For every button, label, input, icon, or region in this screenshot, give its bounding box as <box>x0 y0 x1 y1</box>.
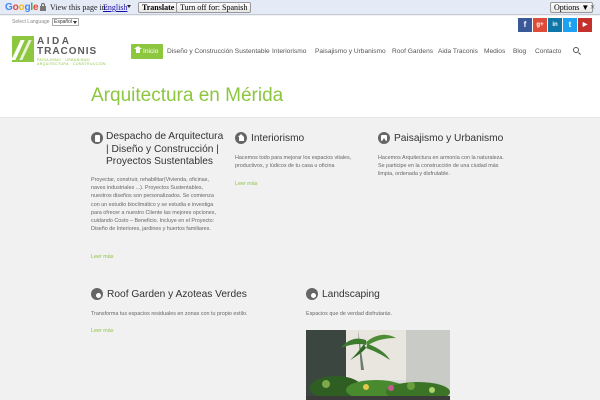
nav-item-paisajismo[interactable]: Paisajismo y Urbanismo <box>315 44 386 59</box>
logo-tagline-2: ARQUITECTURA · CONSTRUCCIÓN <box>37 62 106 66</box>
service-text-landscaping: Espacios que de verdad disfrutarás. <box>306 311 393 317</box>
linkedin-icon[interactable]: in <box>548 18 562 32</box>
chevron-down-icon[interactable] <box>127 5 131 8</box>
service-text-roof-garden: Transforma tus espacios residuales en zo… <box>91 311 248 317</box>
service-text-paisajismo: Hacemos Arquitectura en armonía con la n… <box>378 155 504 178</box>
google-plus-icon[interactable]: g+ <box>533 18 547 32</box>
title-band <box>0 70 600 118</box>
nav-item-diseno[interactable]: Diseño y Construcción Sustentable <box>167 44 270 59</box>
options-button[interactable]: Options ▼ <box>550 2 594 13</box>
language-label: Select Language <box>12 19 50 25</box>
twitter-icon[interactable]: t <box>563 18 577 32</box>
service-title-landscaping[interactable]: Landscaping <box>322 289 422 302</box>
google-logo: Google <box>5 2 39 13</box>
search-icon[interactable] <box>573 47 579 53</box>
nav-item-roof-gardens[interactable]: Roof Gardens <box>392 44 433 59</box>
garden-illustration <box>306 330 450 400</box>
service-text-interiorismo: Hacemos todo para mejorar los espacios v… <box>235 155 352 170</box>
read-more-link-interiorismo[interactable]: Leer más <box>235 181 257 187</box>
logo-mark <box>11 36 34 62</box>
lock-icon <box>40 3 46 11</box>
home-icon <box>235 132 247 144</box>
landscaping-photo <box>306 330 450 400</box>
language-select[interactable]: Español <box>52 18 79 26</box>
home-icon <box>134 46 142 54</box>
translate-button[interactable]: Translate <box>138 2 179 13</box>
facebook-icon[interactable]: f <box>518 18 532 32</box>
nav-item-contacto[interactable]: Contacto <box>535 44 561 59</box>
nav-item-interiorismo[interactable]: Interiorismo <box>272 44 306 59</box>
logo-line-2: TRACONIS <box>37 46 98 57</box>
picture-icon <box>378 132 390 144</box>
read-more-link-arquitectura[interactable]: Leer más <box>91 254 113 260</box>
language-link[interactable]: English <box>103 3 127 12</box>
nav-item-aida-traconis[interactable]: Aida Traconis <box>438 44 478 59</box>
nav-item-inicio[interactable]: Inicio <box>131 44 164 59</box>
service-text-arquitectura: Proyectar, construir, rehabilitar(Vivien… <box>91 177 216 233</box>
nav-item-blog[interactable]: Blog <box>513 44 526 59</box>
nav-item-medios[interactable]: Medios <box>484 44 505 59</box>
service-title-paisajismo[interactable]: Paisajismo y Urbanismo <box>394 133 534 146</box>
camera-icon <box>91 288 103 300</box>
close-icon[interactable]: × <box>590 2 595 12</box>
page-title: Arquitectura en Mérida <box>91 85 284 106</box>
service-title-interiorismo[interactable]: Interiorismo <box>251 133 361 146</box>
document-icon <box>91 132 103 144</box>
turn-off-button[interactable]: Turn off for: Spanish <box>176 2 252 13</box>
camera-icon <box>306 288 318 300</box>
translate-bar: Google View this page in: English Transl… <box>0 0 600 15</box>
translate-prompt: View this page in: <box>50 3 108 12</box>
service-title-roof-garden[interactable]: Roof Garden y Azoteas Verdes <box>107 289 287 302</box>
service-title-arquitectura[interactable]: Despacho de Arquitectura | Diseño y Cons… <box>106 131 228 169</box>
read-more-link-roof-garden[interactable]: Leer más <box>91 328 113 334</box>
youtube-icon[interactable]: ▶ <box>578 18 592 32</box>
